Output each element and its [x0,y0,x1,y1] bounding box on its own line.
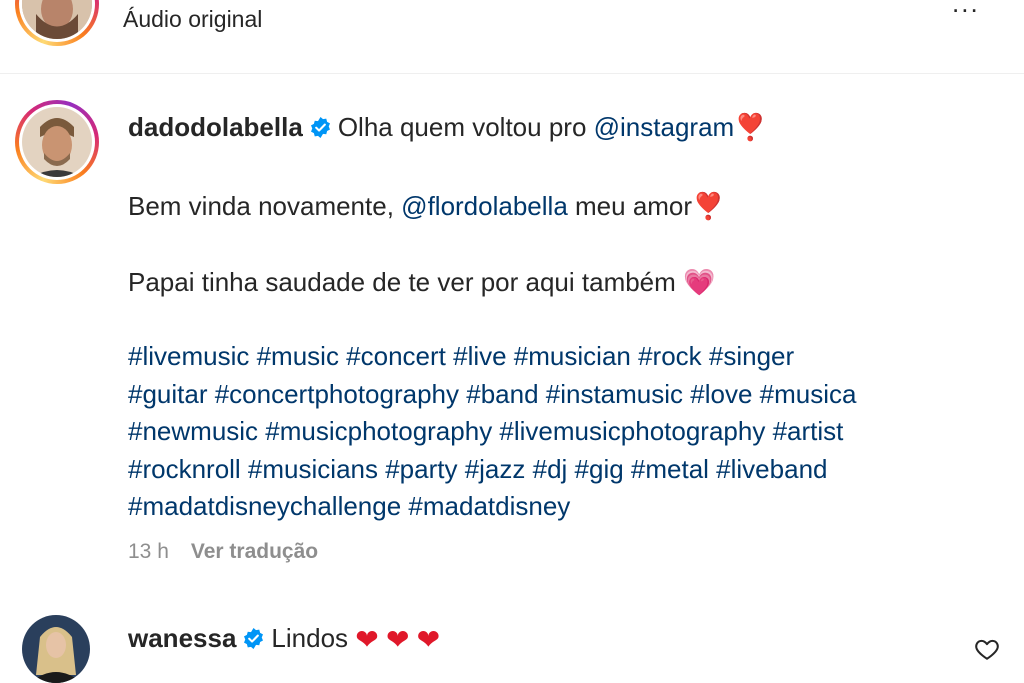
heart-exclamation-icon: ❣️ [734,112,767,142]
sparkling-heart-icon: 💗 [683,267,716,297]
heart-outline-icon[interactable] [974,636,1000,662]
hashtag-line[interactable]: #guitar #concertphotography #band #insta… [128,376,988,414]
hashtag-line[interactable]: #livemusic #music #concert #live #musici… [128,338,988,376]
post-meta: 13 h Ver tradução [128,540,318,564]
comment-avatar-photo-icon [22,615,90,683]
red-heart-icon: ❤ [355,624,379,655]
top-avatar[interactable] [15,0,99,46]
comment-username[interactable]: wanessa [128,623,236,653]
hashtag-line[interactable]: #madatdisneychallenge #madatdisney [128,488,988,526]
post-username[interactable]: dadodolabella [128,112,303,142]
comment-row: wanessa Lindos ❤ ❤ ❤ [0,605,1024,683]
caption-line-3: Papai tinha saudade de te ver por aqui t… [128,267,715,298]
verified-badge-icon [244,627,264,650]
top-avatar-photo-icon [22,0,92,39]
post-avatar[interactable] [15,100,99,184]
comment-avatar[interactable] [22,615,90,683]
red-heart-icon: ❤ [385,624,410,655]
verified-badge-icon [310,116,330,139]
hashtag-line[interactable]: #rocknroll #musicians #party #jazz #dj #… [128,451,988,489]
top-audio-row: Áudio original ... [0,0,1024,74]
post-time[interactable]: 13 h [128,540,169,563]
mention-instagram[interactable]: @instagram [594,112,735,142]
caption-line-1: dadodolabella Olha quem voltou pro @insta… [128,112,767,143]
comment-line: wanessa Lindos ❤ ❤ ❤ [128,623,440,656]
caption-text-2b: meu amor [575,191,693,221]
red-heart-icon: ❤ [416,624,441,655]
caption-text-3: Papai tinha saudade de te ver por aqui t… [128,267,676,297]
more-options-icon[interactable]: ... [952,0,980,19]
hashtags: #livemusic #music #concert #live #musici… [128,338,988,526]
comment-text: Lindos [271,623,349,653]
caption-text-1: Olha quem voltou pro [337,112,587,142]
translate-button[interactable]: Ver tradução [191,540,318,563]
caption-line-2: Bem vinda novamente, @flordolabella meu … [128,191,724,222]
caption-text-2: Bem vinda novamente, [128,191,394,221]
mention-flordolabella[interactable]: @flordolabella [401,191,568,221]
hashtag-line[interactable]: #newmusic #musicphotography #livemusicph… [128,413,988,451]
post-avatar-photo-icon [22,107,92,177]
heart-exclamation-icon: ❣️ [692,191,725,221]
audio-label[interactable]: Áudio original [123,6,262,33]
